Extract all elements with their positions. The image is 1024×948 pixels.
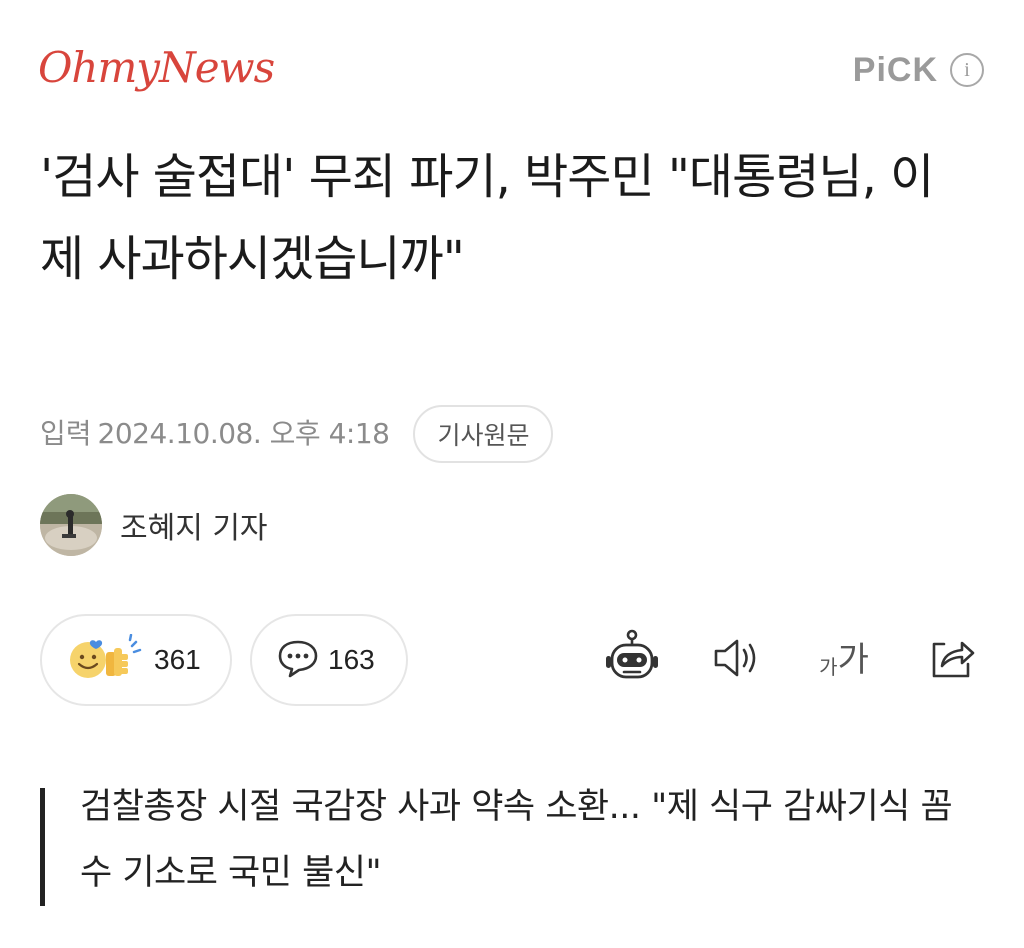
share-button[interactable] [920, 628, 984, 692]
comment-button[interactable]: 163 [250, 614, 408, 706]
font-size-button[interactable]: 가 가 [812, 628, 876, 692]
listen-audio-button[interactable] [704, 628, 768, 692]
reaction-button[interactable]: 361 [40, 614, 232, 706]
subheadline-bar [40, 788, 45, 906]
info-icon[interactable]: i [950, 53, 984, 87]
published-datetime: 2024.10.08. 오후 4:18 [97, 417, 390, 450]
smiley-thumbs-up-icon [66, 633, 146, 686]
article-actions: 361 163 가 가 [40, 614, 984, 706]
summary-bot-button[interactable] [600, 628, 664, 692]
pick-label: PiCK [852, 51, 938, 89]
app-header: OhmyNews PiCK i [0, 0, 1024, 120]
reporter-name[interactable]: 조혜지 기자 [120, 503, 268, 547]
article-meta: 입력 2024.10.08. 오후 4:18 기사원문 [40, 404, 554, 464]
subheadline-text: 검찰총장 시절 국감장 사과 약속 소환... "제 식구 감싸기식 꼼수 기소… [80, 787, 953, 893]
original-article-button[interactable]: 기사원문 [413, 405, 554, 463]
comment-count: 163 [328, 644, 375, 675]
article-subheadline: 검찰총장 시절 국감장 사과 약속 소환... "제 식구 감싸기식 꼼수 기소… [40, 774, 980, 908]
robot-icon [602, 628, 662, 692]
input-label: 입력 [40, 417, 92, 450]
share-icon [926, 632, 978, 688]
ohmynews-logo[interactable]: OhmyNews [38, 40, 275, 96]
reaction-count: 361 [154, 644, 201, 675]
font-size-large-label: 가 [837, 640, 869, 680]
font-size-icon: 가 가 [819, 643, 869, 677]
article-headline: '검사 술접대' 무죄 파기, 박주민 "대통령님, 이제 사과하시겠습니까" [40, 149, 934, 287]
reporter-avatar[interactable] [40, 494, 102, 556]
speaker-icon [710, 632, 762, 688]
byline[interactable]: 조혜지 기자 [40, 494, 268, 556]
speech-bubble-icon [276, 636, 320, 684]
pick-badge[interactable]: PiCK i [853, 50, 984, 90]
font-size-small-label: 가 [819, 655, 838, 679]
